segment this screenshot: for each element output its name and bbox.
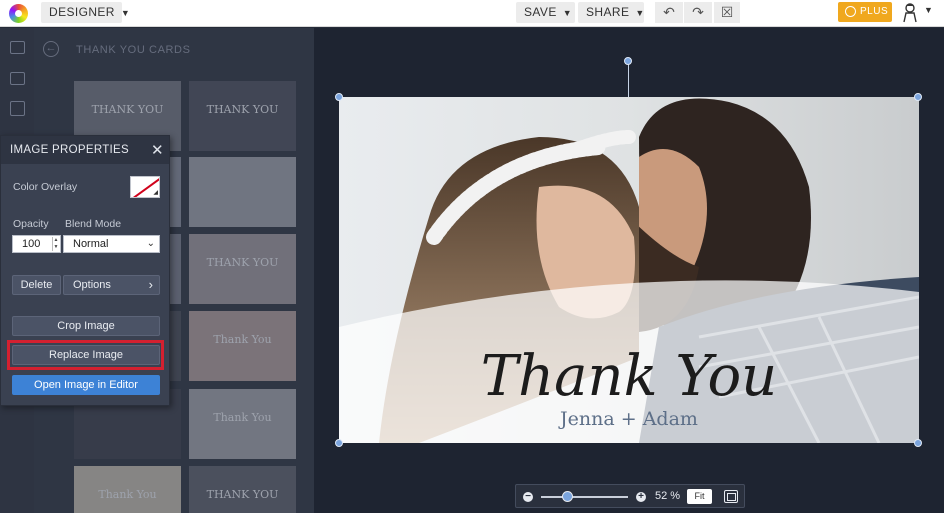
rotate-handle[interactable] <box>624 57 632 65</box>
zoom-slider-track[interactable] <box>541 496 628 498</box>
mode-label: DESIGNER <box>49 5 115 19</box>
redo-icon[interactable]: ↷ <box>684 2 712 23</box>
mode-dropdown[interactable]: DESIGNER ▼ <box>41 2 130 23</box>
dropdown-triangle-icon: ◢ <box>153 190 158 196</box>
opacity-value: 100 <box>22 238 41 250</box>
close-box-icon[interactable]: ☒ <box>714 2 740 23</box>
panel-header: IMAGE PROPERTIES ✕ <box>1 136 169 164</box>
save-label: SAVE <box>524 5 557 19</box>
resize-handle-bottom-right[interactable] <box>914 439 922 447</box>
zoom-control-bar: − + 52 % Fit <box>515 484 745 508</box>
logo-icon[interactable] <box>9 4 28 23</box>
zoom-slider-handle[interactable] <box>562 491 573 502</box>
save-button[interactable]: SAVE ▼ <box>516 2 575 23</box>
share-button[interactable]: SHARE ▼ <box>578 2 644 23</box>
plus-badge-icon <box>845 6 856 17</box>
panel-title: IMAGE PROPERTIES <box>10 144 129 156</box>
delete-button[interactable]: Delete <box>12 275 61 295</box>
color-overlay-swatch[interactable]: ◢ <box>130 176 160 198</box>
options-button[interactable]: Options › <box>63 275 160 295</box>
user-avatar-icon[interactable] <box>902 2 918 23</box>
stepper-arrows-icon[interactable]: ▲ ▼ <box>52 237 59 251</box>
opacity-stepper[interactable]: 100 ▲ ▼ <box>12 235 61 253</box>
crop-label: Crop Image <box>57 320 115 332</box>
close-icon[interactable]: ✕ <box>151 141 164 159</box>
delete-label: Delete <box>20 279 53 291</box>
chevron-down-icon[interactable]: ▼ <box>924 5 933 15</box>
blend-mode-label: Blend Mode <box>65 218 122 230</box>
chevron-down-icon: ▼ <box>120 8 131 18</box>
resize-handle-top-left[interactable] <box>335 93 343 101</box>
chevron-down-icon: ⌄ <box>146 238 155 249</box>
fullscreen-icon[interactable] <box>724 490 738 503</box>
resize-handle-bottom-left[interactable] <box>335 439 343 447</box>
open-editor-label: Open Image in Editor <box>34 379 138 391</box>
image-properties-panel: IMAGE PROPERTIES ✕ Color Overlay ◢ Opaci… <box>0 135 170 406</box>
opacity-label: Opacity <box>13 218 49 230</box>
fit-button[interactable]: Fit <box>687 489 712 504</box>
card-names: Jenna + Adam <box>558 408 698 430</box>
open-image-in-editor-button[interactable]: Open Image in Editor <box>12 375 160 395</box>
options-label: Options <box>73 279 111 291</box>
plus-upgrade-button[interactable]: PLUS <box>838 2 892 22</box>
zoom-out-icon[interactable]: − <box>523 492 533 502</box>
replace-image-highlight <box>7 340 164 370</box>
plus-label: PLUS <box>860 6 889 17</box>
rotate-handle-line <box>628 61 629 97</box>
blend-mode-select[interactable]: Normal ⌄ <box>63 235 160 253</box>
chevron-down-icon: ▼ <box>562 8 573 18</box>
zoom-in-icon[interactable]: + <box>636 492 646 502</box>
image-icon[interactable] <box>10 41 25 54</box>
chevron-down-icon: ▼ <box>635 8 645 18</box>
undo-icon[interactable]: ↶ <box>655 2 683 23</box>
resize-handle-top-right[interactable] <box>914 93 922 101</box>
crop-image-button[interactable]: Crop Image <box>12 316 160 336</box>
folder-icon[interactable] <box>10 72 25 85</box>
top-toolbar: DESIGNER ▼ SAVE ▼ SHARE ▼ ↶ ↷ ☒ PLUS ▼ <box>0 0 944 27</box>
card-headline: Thank You <box>481 344 778 409</box>
zoom-percent: 52 % <box>655 490 681 502</box>
thank-you-card[interactable]: Thank You Jenna + Adam <box>339 97 919 443</box>
chevron-right-icon: › <box>148 277 153 292</box>
layout-icon[interactable] <box>10 101 25 116</box>
share-label: SHARE <box>586 5 630 19</box>
card-photo: Thank You Jenna + Adam <box>339 97 919 443</box>
color-overlay-label: Color Overlay <box>13 181 78 193</box>
blend-mode-value: Normal <box>73 238 109 250</box>
